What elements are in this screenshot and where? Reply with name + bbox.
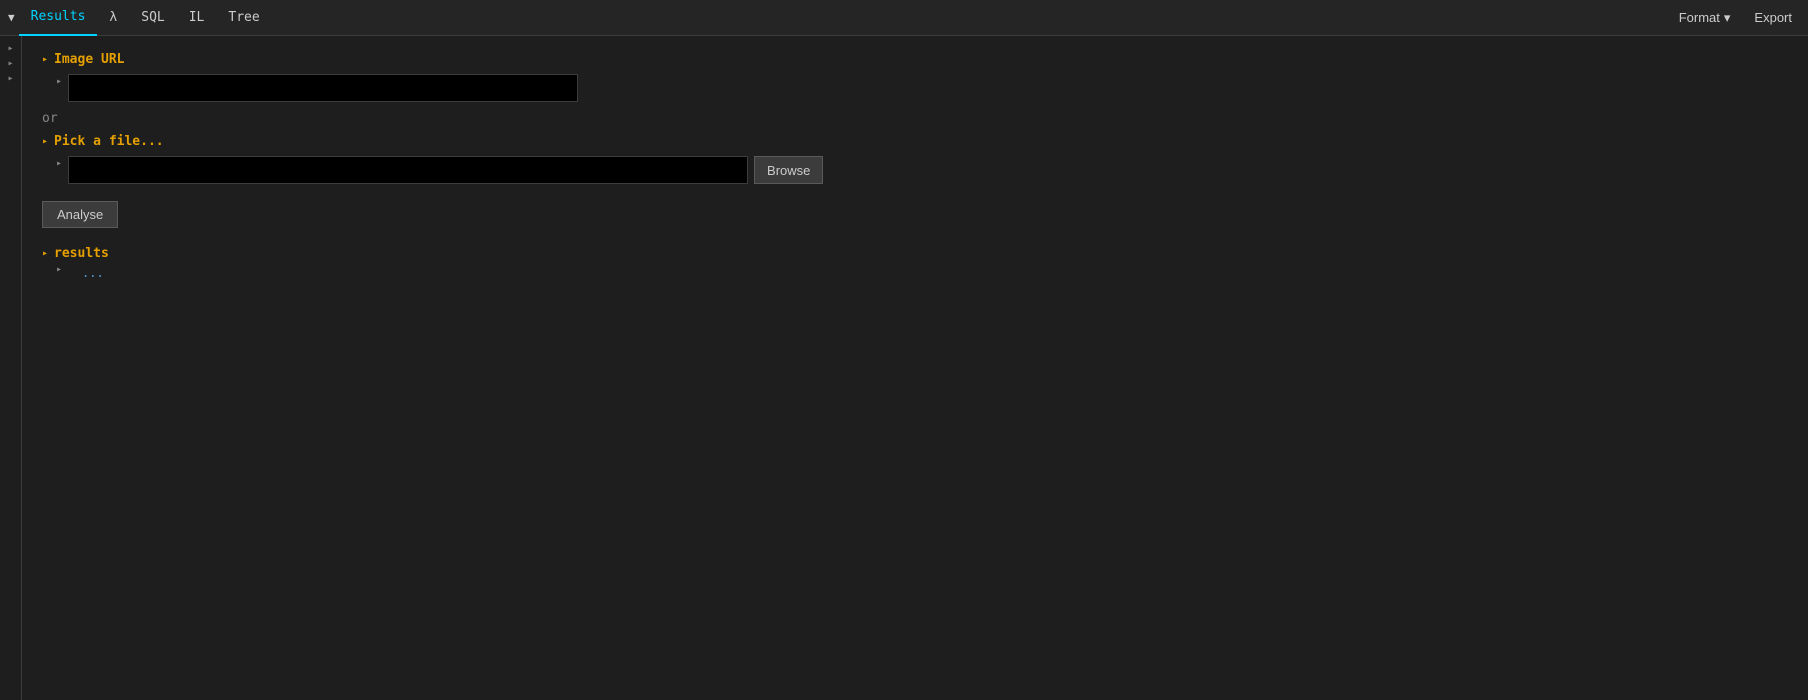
tab-tree[interactable]: Tree [216,0,271,36]
tab-bar: ▼ Results λ SQL IL Tree Format ▾ Export [0,0,1808,36]
export-button[interactable]: Export [1746,6,1800,29]
results-sub-item: ... [56,261,1788,281]
sidebar-dot-1 [7,40,13,55]
file-input-row: Browse [56,155,1788,185]
tab-sql[interactable]: SQL [129,0,176,36]
file-path-input[interactable] [68,156,748,184]
format-button[interactable]: Format ▾ [1671,6,1739,30]
tab-collapse-arrow[interactable]: ▼ [8,11,15,24]
image-url-label: Image URL [42,52,1788,67]
tab-results[interactable]: Results [19,0,98,36]
url-input-row [56,73,1788,103]
or-separator: or [42,111,1788,126]
browse-button[interactable]: Browse [754,156,823,184]
sidebar-dot-2 [7,55,13,70]
tab-list: ▼ Results λ SQL IL Tree [8,0,1671,36]
analyse-row: Analyse [42,187,1788,228]
tab-lambda[interactable]: λ [97,0,129,36]
analyse-button[interactable]: Analyse [42,201,118,228]
pick-file-label: Pick a file... [42,134,1788,149]
results-section: results ... [42,246,1788,281]
results-label: results [42,246,1788,261]
left-sidebar [0,36,22,700]
tab-bar-actions: Format ▾ Export [1671,6,1800,30]
tab-il[interactable]: IL [177,0,217,36]
image-url-input[interactable] [68,74,578,102]
sidebar-dot-3 [7,70,13,85]
content-area: Image URL or Pick a file... Browse Analy… [22,36,1808,700]
main-area: Image URL or Pick a file... Browse Analy… [0,36,1808,700]
